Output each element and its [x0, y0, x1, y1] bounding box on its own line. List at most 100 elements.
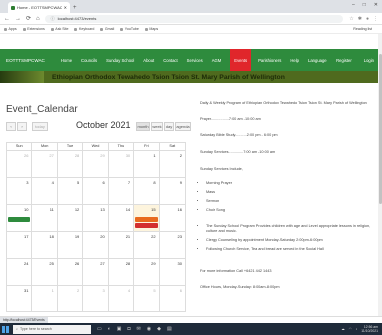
- calendar-day-cell[interactable]: 22: [134, 232, 160, 258]
- calendar-day-cell[interactable]: 7: [109, 178, 135, 204]
- view-week-button[interactable]: week: [151, 122, 163, 131]
- nav-contact[interactable]: Contact: [163, 49, 177, 71]
- calendar-day-cell[interactable]: 28: [58, 151, 84, 177]
- calendar-day-cell[interactable]: 2: [160, 151, 185, 177]
- calendar-day-cell[interactable]: 10: [7, 205, 33, 231]
- url-field[interactable]: ⓘ localhost:4473/events: [44, 14, 344, 23]
- calendar-day-cell[interactable]: 28: [109, 259, 135, 285]
- calendar-day-cell[interactable]: 20: [83, 232, 109, 258]
- nav-services[interactable]: Services: [187, 49, 203, 71]
- calendar-day-cell[interactable]: 4: [109, 286, 135, 311]
- bookmark-youtube[interactable]: YouTube: [120, 27, 139, 31]
- calendar-event[interactable]: [135, 223, 158, 228]
- today-button[interactable]: today: [32, 122, 48, 131]
- calendar-day-cell[interactable]: 29: [83, 151, 109, 177]
- calendar-event[interactable]: [8, 217, 31, 222]
- close-window-icon[interactable]: ✕: [374, 2, 378, 8]
- browser-tab[interactable]: Home - EOTTSMPCWAC ✕: [8, 2, 70, 13]
- view-agenda-button[interactable]: agenda: [175, 122, 191, 131]
- calendar-day-cell[interactable]: 11: [32, 205, 58, 231]
- calendar-day-cell[interactable]: 29: [134, 259, 160, 285]
- calendar-day-cell[interactable]: 14: [109, 205, 135, 231]
- nav-agm[interactable]: AGM: [212, 49, 222, 71]
- volume-icon[interactable]: ♪: [356, 327, 358, 331]
- register-link[interactable]: Register: [336, 58, 352, 63]
- bookmark-gmail[interactable]: Gmail: [100, 27, 114, 31]
- terminal-icon[interactable]: ▤: [167, 326, 172, 332]
- page-scrollbar[interactable]: [378, 34, 382, 316]
- bookmark-apps[interactable]: Apps: [4, 27, 17, 31]
- calendar-day-cell[interactable]: 26: [58, 259, 84, 285]
- profile-icon[interactable]: ●: [366, 16, 369, 22]
- nav-language[interactable]: Language: [308, 49, 327, 71]
- calendar-day-cell[interactable]: 21: [109, 232, 135, 258]
- next-month-button[interactable]: ›: [17, 122, 27, 131]
- prev-month-button[interactable]: ‹: [6, 122, 16, 131]
- calendar-day-cell[interactable]: 23: [160, 232, 185, 258]
- calendar-day-cell[interactable]: 26: [7, 151, 33, 177]
- calendar-day-cell[interactable]: 8: [134, 178, 160, 204]
- nav-about[interactable]: About: [143, 49, 154, 71]
- calendar-day-cell[interactable]: 19: [58, 232, 84, 258]
- back-arrow-icon[interactable]: ←: [4, 16, 10, 22]
- calendar-day-cell[interactable]: 24: [7, 259, 33, 285]
- new-tab-button[interactable]: +: [73, 5, 77, 11]
- clock[interactable]: 12:56 am 11/10/2021: [361, 325, 378, 333]
- weather-icon[interactable]: ☁: [341, 327, 344, 331]
- scrollbar-thumb[interactable]: [378, 54, 382, 204]
- nav-parishioners[interactable]: Parishioners: [258, 49, 281, 71]
- maximize-icon[interactable]: □: [363, 2, 366, 8]
- calendar-day-cell[interactable]: 27: [83, 259, 109, 285]
- calendar-day-cell[interactable]: 5: [134, 286, 160, 311]
- calendar-day-cell[interactable]: 6: [160, 286, 185, 311]
- calendar-day-cell[interactable]: 1: [134, 151, 160, 177]
- calendar-day-cell[interactable]: 4: [32, 178, 58, 204]
- calendar-day-cell[interactable]: 27: [32, 151, 58, 177]
- info-icon[interactable]: ⓘ: [51, 16, 55, 22]
- nav-home[interactable]: Home: [61, 49, 72, 71]
- calendar-day-cell[interactable]: 5: [58, 178, 84, 204]
- calendar-day-cell[interactable]: 25: [32, 259, 58, 285]
- wifi-icon[interactable]: ◠: [349, 327, 352, 331]
- calendar-day-cell[interactable]: 15: [134, 205, 160, 231]
- taskbar-search[interactable]: ⌕ Type here to search: [13, 324, 91, 334]
- store-icon[interactable]: ◘: [128, 326, 131, 332]
- extension-puzzle-icon[interactable]: ✱: [358, 16, 362, 22]
- star-icon[interactable]: ☆: [349, 16, 353, 22]
- reload-icon[interactable]: ⟳: [26, 15, 31, 22]
- calendar-day-cell[interactable]: 30: [109, 151, 135, 177]
- bookmark-maps[interactable]: Maps: [144, 27, 158, 31]
- minimize-icon[interactable]: –: [352, 2, 355, 8]
- nav-sunday-school[interactable]: Sunday School: [106, 49, 134, 71]
- calendar-day-cell[interactable]: 16: [160, 205, 185, 231]
- bookmark-keyboard[interactable]: Keyboard: [74, 27, 94, 31]
- calendar-day-cell[interactable]: 31: [7, 286, 33, 311]
- calendar-day-cell[interactable]: 3: [83, 286, 109, 311]
- login-link[interactable]: Login: [364, 58, 374, 63]
- calendar-day-cell[interactable]: 30: [160, 259, 185, 285]
- windows-start-icon[interactable]: [2, 325, 9, 333]
- chrome-icon[interactable]: ◉: [147, 326, 151, 332]
- site-brand[interactable]: EOTTTSMPCWAC: [6, 58, 45, 63]
- calendar-day-cell[interactable]: 12: [58, 205, 84, 231]
- forward-arrow-icon[interactable]: →: [15, 16, 21, 22]
- calendar-day-cell[interactable]: 3: [7, 178, 33, 204]
- mail-icon[interactable]: ✉: [137, 326, 141, 332]
- calendar-day-cell[interactable]: 13: [83, 205, 109, 231]
- home-icon[interactable]: ⌂: [36, 16, 40, 22]
- calendar-day-cell[interactable]: 17: [7, 232, 33, 258]
- bookmark-extensions[interactable]: Extensions: [22, 27, 45, 31]
- folder-icon[interactable]: ▣: [117, 326, 122, 332]
- calendar-day-cell[interactable]: 6: [83, 178, 109, 204]
- view-day-button[interactable]: day: [164, 122, 174, 131]
- task-view-icon[interactable]: ▭: [97, 326, 102, 332]
- calendar-day-cell[interactable]: 18: [32, 232, 58, 258]
- calendar-day-cell[interactable]: 9: [160, 178, 185, 204]
- view-month-button[interactable]: month: [136, 122, 150, 131]
- reading-list[interactable]: Reading list: [353, 27, 372, 31]
- calendar-event[interactable]: [135, 217, 158, 222]
- edge-icon[interactable]: ◐: [108, 326, 111, 332]
- nav-councils[interactable]: Councils: [81, 49, 97, 71]
- bookmark-ask-site[interactable]: Ask Site: [50, 27, 68, 31]
- menu-dots-icon[interactable]: ⋮: [373, 16, 378, 22]
